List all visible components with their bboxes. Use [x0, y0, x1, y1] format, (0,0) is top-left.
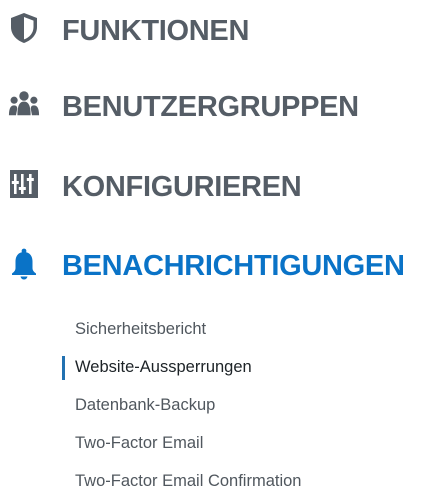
bell-icon	[8, 248, 40, 280]
submenu-item-sicherheitsbericht[interactable]: Sicherheitsbericht	[62, 310, 301, 348]
shield-icon	[8, 12, 40, 44]
submenu-item-label: Two-Factor Email Confirmation	[75, 471, 302, 490]
submenu-item-label: Sicherheitsbericht	[75, 319, 207, 338]
nav-label: FUNKTIONEN	[62, 15, 250, 47]
nav-label: BENACHRICHTIGUNGEN	[62, 250, 405, 282]
nav-item-benachrichtigungen[interactable]: BENACHRICHTIGUNGEN	[0, 243, 428, 285]
nav-item-benutzergruppen[interactable]: BENUTZERGRUPPEN	[0, 84, 380, 124]
submenu-item-label: Two-Factor Email	[75, 433, 204, 452]
notifications-submenu: Sicherheitsbericht Website-Aussperrungen…	[62, 310, 301, 500]
nav-item-konfigurieren[interactable]: KONFIGURIEREN	[0, 164, 340, 204]
submenu-item-two-factor-email-confirmation[interactable]: Two-Factor Email Confirmation	[62, 462, 301, 500]
submenu-item-label: Website-Aussperrungen	[75, 357, 252, 376]
nav-label: KONFIGURIEREN	[62, 171, 302, 203]
submenu-item-website-aussperrungen[interactable]: Website-Aussperrungen	[62, 348, 301, 386]
nav-item-funktionen[interactable]: FUNKTIONEN	[0, 8, 300, 48]
submenu-item-label: Datenbank-Backup	[75, 395, 216, 414]
submenu-item-datenbank-backup[interactable]: Datenbank-Backup	[62, 386, 301, 424]
settings-sliders-icon	[8, 168, 40, 200]
nav-label: BENUTZERGRUPPEN	[62, 91, 359, 123]
active-indicator	[62, 356, 65, 380]
user-group-icon	[8, 88, 40, 120]
submenu-item-two-factor-email[interactable]: Two-Factor Email	[62, 424, 301, 462]
